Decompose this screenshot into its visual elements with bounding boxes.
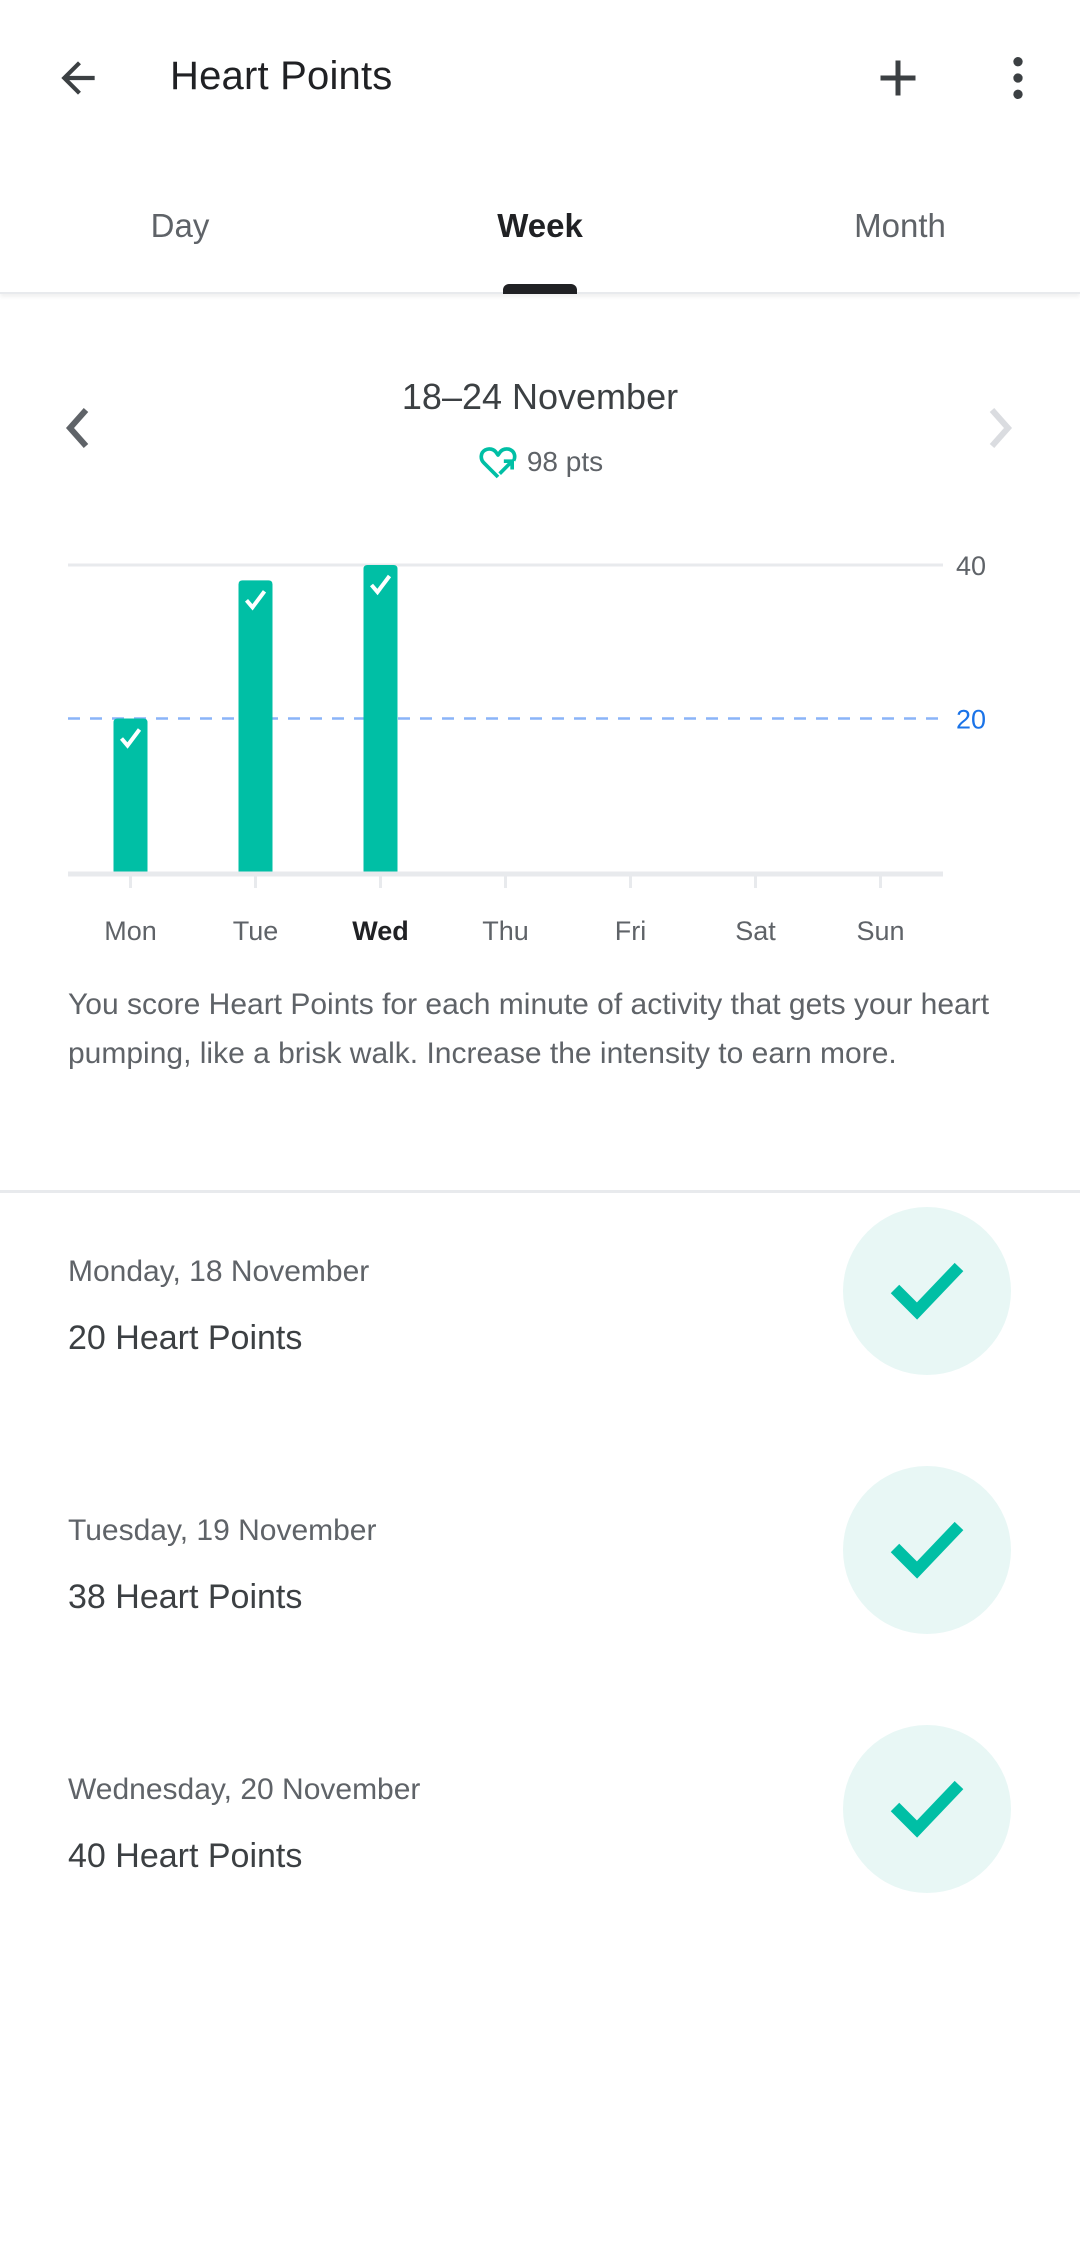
x-tick-label: Sun — [856, 916, 904, 946]
x-tick-label: Wed — [352, 916, 409, 946]
x-tick-label: Tue — [233, 916, 279, 946]
tab-week[interactable]: Week — [360, 160, 720, 292]
goal-met-badge — [843, 1466, 1011, 1634]
more-vert-icon — [1013, 57, 1023, 99]
plus-icon — [880, 60, 916, 96]
x-tick-label: Sat — [735, 916, 776, 946]
weekly-heart-points-chart: 40 20 Mon Tue Wed Thu Fri Sat Sun — [68, 551, 986, 946]
week-points-value: 98 pts — [526, 446, 604, 477]
day-date: Wednesday, 20 November — [68, 1773, 421, 1806]
next-week-button[interactable] — [970, 398, 1030, 458]
app-bar: Heart Points — [0, 0, 1080, 160]
day-points: 40 Heart Points — [68, 1837, 303, 1875]
chevron-right-icon — [989, 408, 1013, 448]
date-range-title: 18–24 November — [401, 376, 679, 417]
y-tick-label: 40 — [956, 551, 986, 581]
x-tick-label: Thu — [482, 916, 529, 946]
day-list-item[interactable]: Wednesday, 20 November 40 Heart Points — [0, 1725, 1080, 1973]
check-icon — [890, 1780, 964, 1838]
more-options-button[interactable] — [978, 38, 1058, 118]
tab-month[interactable]: Month — [720, 160, 1080, 292]
day-list-item[interactable]: Tuesday, 19 November 38 Heart Points — [0, 1466, 1080, 1714]
section-divider — [0, 1190, 1080, 1193]
arrow-back-icon — [61, 61, 95, 95]
heart-points-icon — [479, 447, 517, 479]
day-date: Tuesday, 19 November — [68, 1514, 377, 1547]
back-button[interactable] — [38, 38, 118, 118]
week-points-summary: 98 pts — [0, 442, 1080, 482]
heart-points-description: You score Heart Points for each minute o… — [68, 988, 990, 1070]
x-tick-label: Fri — [615, 916, 646, 946]
day-date: Monday, 18 November — [68, 1255, 370, 1288]
tab-indicator — [503, 284, 577, 294]
period-tabs: Day Week Month — [0, 160, 1080, 294]
goal-met-badge — [843, 1207, 1011, 1375]
y-tick-label: 20 — [956, 705, 986, 735]
day-points: 20 Heart Points — [68, 1319, 303, 1357]
tab-day[interactable]: Day — [0, 160, 360, 292]
bar — [238, 580, 273, 872]
page-title: Heart Points — [170, 54, 393, 98]
bar — [363, 565, 398, 872]
check-icon — [890, 1262, 964, 1320]
add-button[interactable] — [858, 38, 938, 118]
day-list-item[interactable]: Monday, 18 November 20 Heart Points — [0, 1207, 1080, 1455]
x-tick-label: Mon — [104, 916, 157, 946]
check-icon — [890, 1521, 964, 1579]
goal-met-badge — [843, 1725, 1011, 1893]
day-points: 38 Heart Points — [68, 1578, 303, 1616]
